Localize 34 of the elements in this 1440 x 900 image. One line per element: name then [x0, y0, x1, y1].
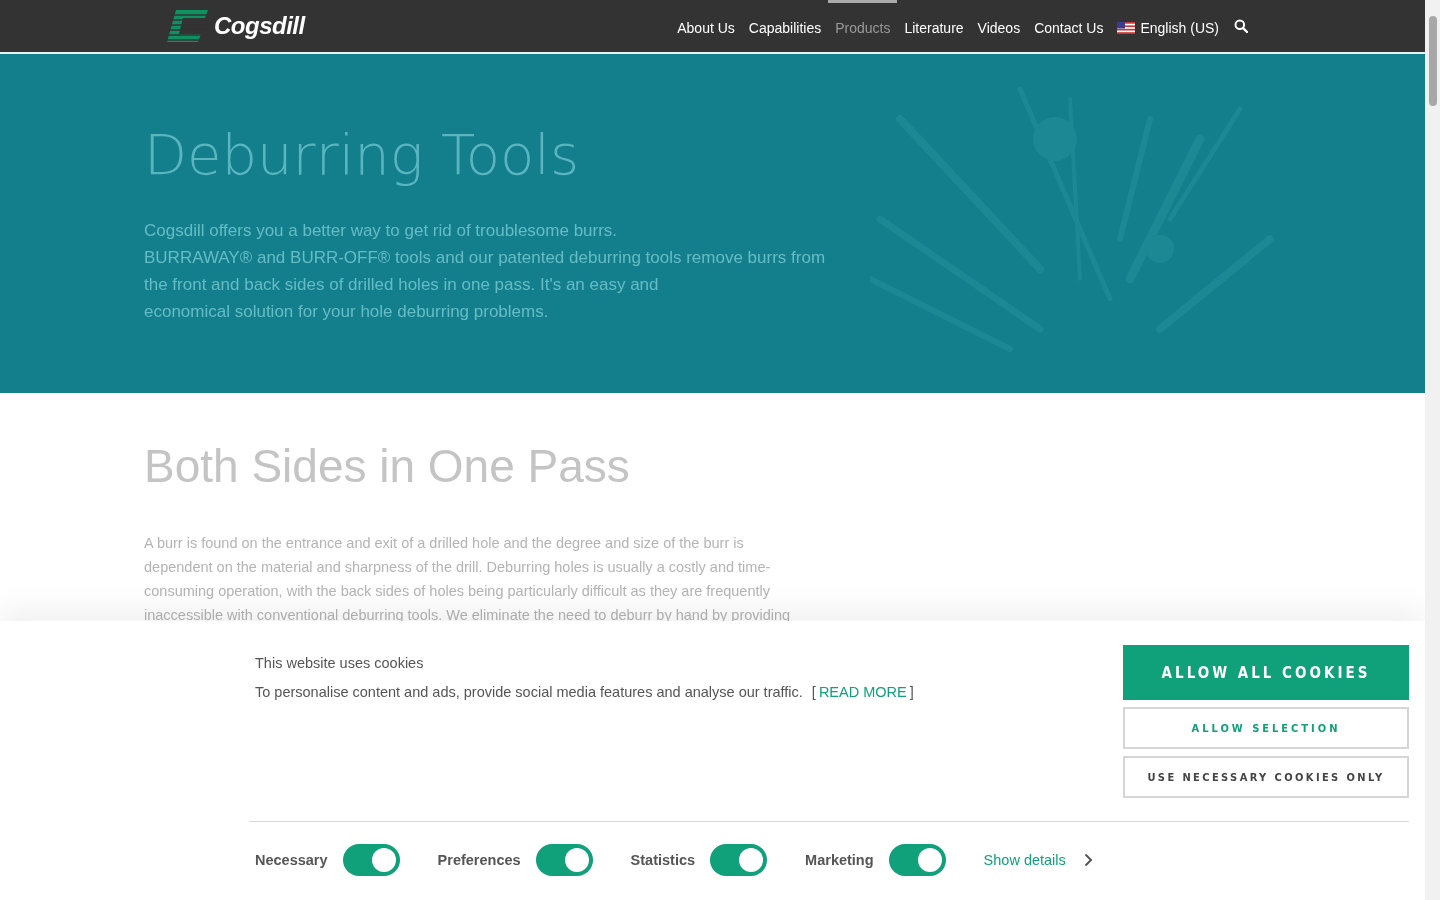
bracket: [: [811, 684, 816, 700]
intro-text: economical solution for your hole deburring problems.: [144, 301, 550, 323]
banner-text: To personalise content and ads, provide social media features and analyse our traffic.: [255, 684, 803, 700]
intro-text: Cogsdill offers you a better way to get rid of troublesome burrs.: [144, 220, 619, 242]
toggle-label: Marketing: [805, 852, 874, 868]
toggle-switch[interactable]: [710, 844, 768, 876]
toggle-switch[interactable]: [535, 844, 593, 876]
bracket: ]: [909, 684, 914, 700]
nav-link[interactable]: Contact Us: [1027, 0, 1111, 52]
intro-text: the front and back sides of drilled holes in one pass. It's an easy and: [144, 274, 660, 296]
logo[interactable]: Cogsdill: [166, 9, 305, 43]
toggle-switch[interactable]: [888, 844, 946, 876]
language-link[interactable]: English (US): [1110, 0, 1226, 52]
nav-link[interactable]: About Us: [670, 0, 742, 52]
nav-link[interactable]: Literature: [897, 0, 971, 52]
body-text: A burr is found on the entrance and exit of a drilled hole and the degree and size of the burr is: [144, 534, 745, 553]
body-text: consuming operation, with the back sides of holes being particularly difficult as they are frequently: [144, 582, 771, 601]
intro-text: BURRAWAY® and BURR-OFF® tools and our patented deburring tools remove burrs from: [144, 247, 827, 269]
toggle-label: Preferences: [437, 852, 521, 868]
toggle-label: Statistics: [630, 852, 696, 868]
scrollbar-thumb[interactable]: [1428, 16, 1437, 106]
necessary-only-button[interactable]: USE NECESSARY COOKIES ONLY: [1123, 756, 1409, 798]
nav-link[interactable]: Videos: [970, 0, 1028, 52]
flag-icon: [1117, 21, 1136, 34]
search-icon: [1234, 19, 1248, 33]
scrollbar[interactable]: [1425, 0, 1440, 900]
nav-link[interactable]: Capabilities: [741, 0, 829, 52]
chevron-icon: [1083, 853, 1093, 867]
toggle-label: Necessary: [255, 852, 328, 868]
section-heading: Both Sides in One Pass: [144, 439, 631, 493]
banner-title: This website uses cookies: [255, 655, 425, 671]
body-text: dependent on the material and sharpness of the drill. Deburring holes is usually a costly and time-: [144, 558, 772, 577]
page-title: Deburring Tools: [144, 122, 581, 187]
toggle-switch[interactable]: [342, 844, 400, 876]
